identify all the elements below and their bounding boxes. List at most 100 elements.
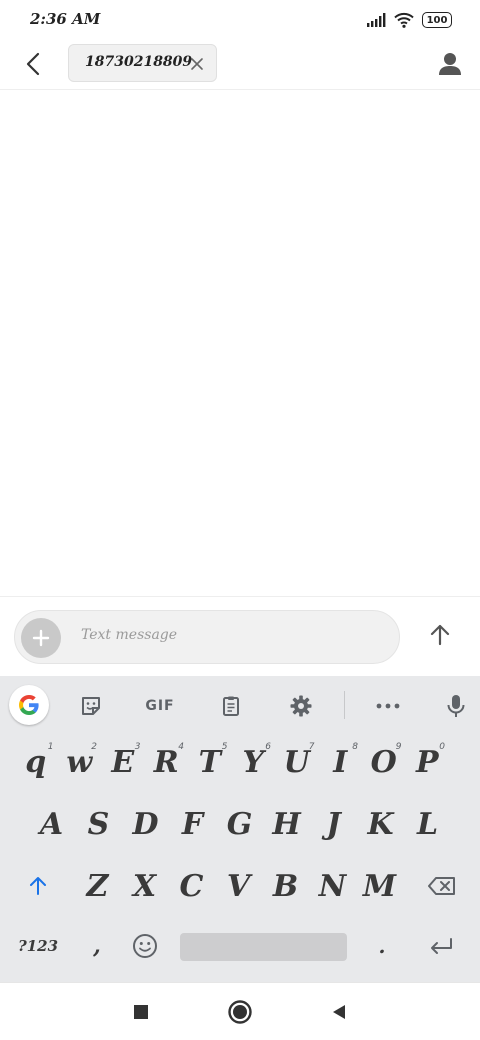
enter-key[interactable] (416, 920, 466, 972)
key-x[interactable]: X (121, 860, 168, 912)
conversation-header: 18730218809 (0, 40, 480, 90)
send-button[interactable] (420, 615, 460, 655)
status-bar: 2:36 AM 100 (0, 0, 480, 40)
key-hint: 6 (265, 742, 271, 752)
key-letter: J (326, 806, 341, 842)
message-list (0, 91, 480, 596)
key-hint: 3 (134, 742, 141, 752)
key-letter: Y (242, 744, 264, 780)
voice-input-button[interactable] (441, 691, 471, 721)
recipient-chip[interactable]: 18730218809 (68, 44, 217, 82)
recents-button[interactable] (128, 999, 154, 1025)
message-input[interactable]: Text message (14, 610, 400, 664)
key-letter: U (283, 744, 310, 780)
battery-level: 100 (426, 14, 448, 26)
gear-icon (290, 695, 312, 717)
close-icon[interactable] (190, 57, 204, 71)
key-hint: 9 (395, 742, 402, 752)
google-g-icon (19, 695, 39, 715)
emoji-icon (133, 934, 157, 958)
period-key[interactable]: . (362, 920, 402, 972)
key-letter: C (179, 868, 204, 904)
key-b[interactable]: B (262, 860, 309, 912)
key-hint: 2 (91, 742, 97, 752)
home-button[interactable] (227, 999, 253, 1025)
key-w[interactable]: w2 (58, 736, 102, 788)
key-letter: H (272, 806, 301, 842)
key-j[interactable]: J (310, 798, 357, 850)
symbols-key[interactable]: ?123 (10, 920, 66, 972)
navigation-bar (0, 982, 480, 1040)
person-icon (439, 53, 461, 75)
add-contact-button[interactable] (434, 48, 466, 80)
square-icon (134, 1005, 148, 1019)
key-letter: A (39, 806, 64, 842)
key-t[interactable]: T5 (188, 736, 232, 788)
shift-arrow-icon (30, 877, 46, 895)
key-u[interactable]: U7 (275, 736, 319, 788)
key-h[interactable]: H (263, 798, 310, 850)
sticker-button[interactable] (76, 691, 106, 721)
key-hint: 4 (178, 742, 184, 752)
key-hint: 5 (221, 742, 228, 752)
more-icon (376, 703, 400, 709)
key-letter: F (181, 806, 204, 842)
key-a[interactable]: A (28, 798, 75, 850)
attach-button[interactable] (21, 618, 61, 658)
signal-icon (367, 13, 386, 27)
key-s[interactable]: S (75, 798, 122, 850)
key-letter: B (272, 868, 299, 904)
back-button[interactable] (18, 48, 50, 80)
key-letter: P (415, 744, 439, 780)
key-p[interactable]: P0 (406, 736, 450, 788)
key-m[interactable]: M (356, 860, 403, 912)
key-e[interactable]: E3 (101, 736, 145, 788)
key-l[interactable]: L (404, 798, 451, 850)
key-d[interactable]: D (122, 798, 169, 850)
keyboard: G I F q 1 w 2 E 3 R 4 T 5 Y 6 U 7 I 8 O 9 … (0, 676, 480, 982)
backspace-key[interactable] (418, 860, 466, 912)
message-placeholder: Text message (81, 627, 178, 643)
settings-button[interactable] (286, 691, 316, 721)
shift-key[interactable] (14, 860, 62, 912)
key-letter: K (367, 806, 394, 842)
key-letter: S (87, 806, 110, 842)
google-button[interactable] (9, 685, 49, 725)
status-icons: 100 (366, 12, 452, 28)
comma-key[interactable]: , (76, 920, 118, 972)
symbols-label: ?123 (17, 937, 59, 955)
microphone-icon (447, 695, 465, 717)
recipient-number: 18730218809 (85, 54, 193, 70)
key-letter: V (226, 868, 251, 904)
chevron-left-icon (26, 52, 40, 76)
key-letter: X (132, 868, 157, 904)
space-key[interactable] (180, 933, 347, 961)
key-letter: O (370, 744, 397, 780)
key-q[interactable]: q1 (14, 736, 58, 788)
clipboard-button[interactable] (216, 691, 246, 721)
key-k[interactable]: K (357, 798, 404, 850)
key-v[interactable]: V (215, 860, 262, 912)
key-f[interactable]: F (169, 798, 216, 850)
key-letter: G (226, 806, 253, 842)
key-letter: q (25, 744, 47, 780)
key-c[interactable]: C (168, 860, 215, 912)
key-g[interactable]: G (216, 798, 263, 850)
key-n[interactable]: N (309, 860, 356, 912)
emoji-key[interactable] (124, 920, 166, 972)
key-y[interactable]: Y6 (232, 736, 276, 788)
nav-back-button[interactable] (326, 999, 352, 1025)
gif-button[interactable]: GIF (140, 691, 180, 721)
key-o[interactable]: O9 (362, 736, 406, 788)
key-r[interactable]: R4 (145, 736, 189, 788)
key-i[interactable]: I8 (319, 736, 363, 788)
key-hint: 8 (352, 742, 358, 752)
clipboard-icon (223, 696, 239, 716)
compose-area: Text message (0, 596, 480, 676)
plus-icon (32, 629, 50, 647)
key-z[interactable]: Z (74, 860, 121, 912)
wifi-icon (394, 12, 414, 28)
key-letter: I (333, 744, 348, 780)
more-button[interactable] (373, 691, 403, 721)
key-letter: T (198, 744, 221, 780)
